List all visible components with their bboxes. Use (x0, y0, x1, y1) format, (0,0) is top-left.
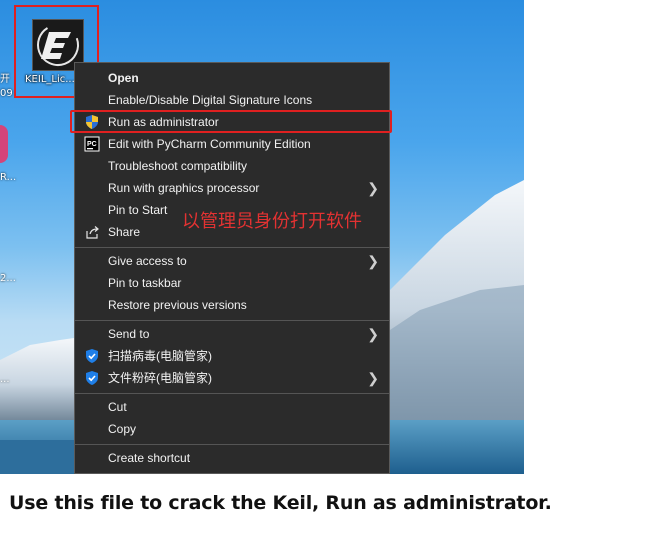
menu-item-label: Create shortcut (108, 451, 191, 465)
pycharm-icon: PC (84, 136, 100, 152)
chevron-right-icon: ❯ (367, 180, 379, 196)
menu-item-label: Restore previous versions (108, 298, 247, 312)
menu-separator (75, 320, 389, 321)
menu-item-create-shortcut[interactable]: Create shortcut (75, 447, 389, 469)
menu-item-label: Open (108, 71, 139, 85)
chevron-right-icon: ❯ (367, 370, 379, 386)
menu-item-troubleshoot[interactable]: Troubleshoot compatibility (75, 155, 389, 177)
menu-item-label: Run with graphics processor (108, 181, 260, 195)
tencent-shield-icon (84, 370, 100, 386)
menu-item-label: Send to (108, 327, 150, 341)
menu-item-label: Pin to Start (108, 203, 168, 217)
desktop-icon-label[interactable]: 2... (0, 273, 16, 284)
menu-item-send-to[interactable]: Send to ❯ (75, 323, 389, 345)
menu-separator (75, 444, 389, 445)
svg-text:PC: PC (87, 141, 97, 148)
menu-item-scan-virus[interactable]: 扫描病毒(电脑管家) (75, 345, 389, 367)
menu-item-restore-versions[interactable]: Restore previous versions (75, 294, 389, 316)
annotation-text: 以管理员身份打开软件 (182, 211, 362, 232)
menu-item-label: Edit with PyCharm Community Edition (108, 137, 311, 151)
menu-item-label: Copy (108, 422, 137, 436)
menu-item-copy[interactable]: Copy (75, 418, 389, 440)
desktop-icon-label[interactable]: R... (0, 172, 16, 183)
shortcut-label: KEIL_Lic... (25, 74, 75, 85)
menu-item-label: Share (108, 225, 141, 239)
menu-separator (75, 247, 389, 248)
desktop-icon[interactable] (0, 125, 8, 163)
share-icon (84, 224, 100, 240)
desktop-screenshot: 开 09 R... 2... ... KEIL_Lic... Open Enab… (0, 0, 524, 474)
menu-item-pin-to-taskbar[interactable]: Pin to taskbar (75, 272, 389, 294)
menu-item-label: 扫描病毒(电脑管家) (108, 349, 212, 363)
menu-item-digital-signature[interactable]: Enable/Disable Digital Signature Icons (75, 89, 389, 111)
menu-item-give-access[interactable]: Give access to ❯ (75, 250, 389, 272)
desktop-icon-label[interactable]: ... (0, 374, 16, 385)
highlight-box (70, 110, 392, 133)
caption-text: Use this file to crack the Keil, Run as … (9, 492, 552, 514)
menu-item-open[interactable]: Open (75, 67, 389, 89)
chevron-right-icon: ❯ (367, 253, 379, 269)
tencent-shield-icon (84, 348, 100, 364)
menu-item-label: Cut (108, 400, 127, 414)
chevron-right-icon: ❯ (367, 326, 379, 342)
menu-item-graphics-processor[interactable]: Run with graphics processor ❯ (75, 177, 389, 199)
menu-item-pycharm[interactable]: PC Edit with PyCharm Community Edition (75, 133, 389, 155)
menu-item-cut[interactable]: Cut (75, 396, 389, 418)
menu-item-label: Enable/Disable Digital Signature Icons (108, 93, 313, 107)
menu-item-label: Pin to taskbar (108, 276, 182, 290)
menu-item-label: 文件粉碎(电脑管家) (108, 371, 212, 385)
menu-separator (75, 393, 389, 394)
menu-item-shred-file[interactable]: 文件粉碎(电脑管家) ❯ (75, 367, 389, 389)
menu-item-label: Troubleshoot compatibility (108, 159, 247, 173)
menu-item-label: Give access to (108, 254, 187, 268)
